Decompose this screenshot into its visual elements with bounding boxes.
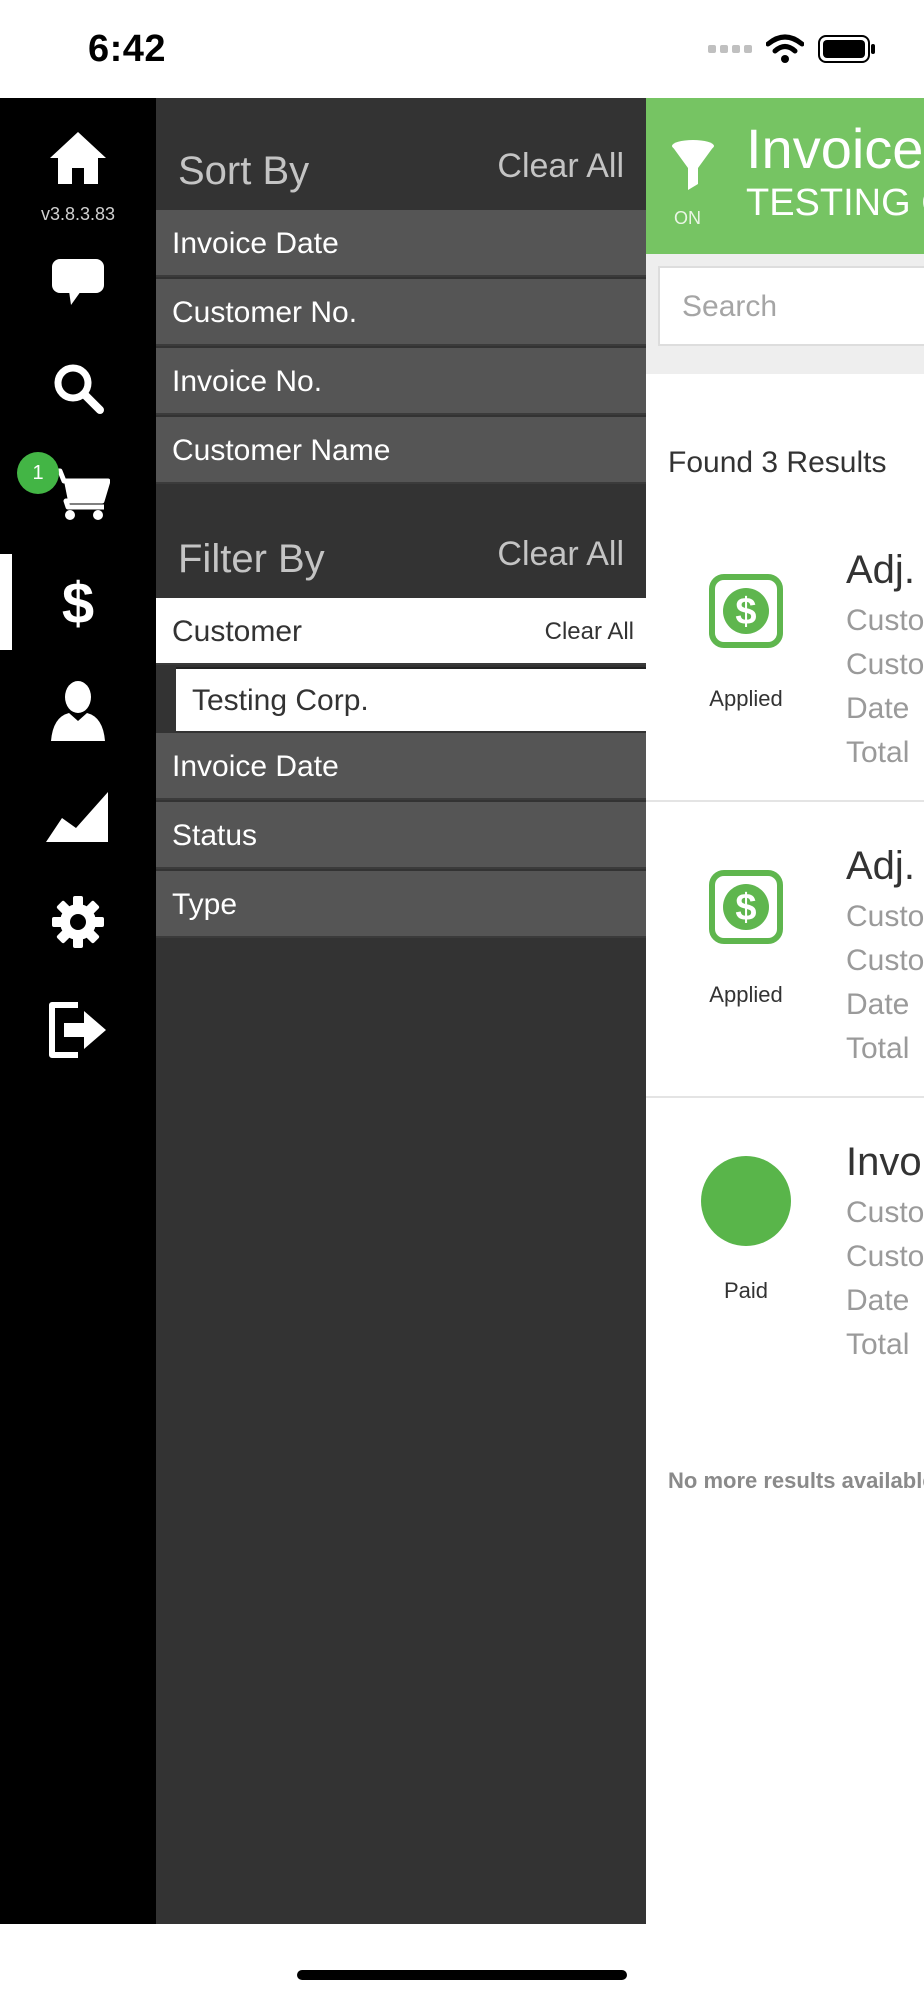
dollar-icon: $ — [62, 571, 94, 633]
search-input[interactable] — [660, 268, 924, 346]
result-line: Custo — [846, 1240, 924, 1273]
payment-applied-icon: $ — [709, 870, 783, 944]
filter-customer-label: Customer — [172, 615, 303, 648]
nav-home[interactable] — [0, 108, 156, 208]
invoices-header: ON Invoices TESTING CORP. — [646, 98, 924, 254]
invoices-pane: ON Invoices TESTING CORP. Found 3 Result… — [646, 98, 924, 1924]
home-icon — [50, 132, 106, 184]
sort-option-invoice-date[interactable]: Invoice Date — [156, 210, 646, 277]
sort-header: Sort By Clear All — [156, 98, 646, 210]
nav-invoices[interactable]: $ — [0, 552, 156, 652]
app-version: v3.8.3.83 — [40, 204, 116, 224]
nav-messages[interactable] — [0, 232, 156, 332]
result-line: Total — [846, 1032, 910, 1065]
result-status: Paid — [723, 1278, 769, 1303]
svg-text:$: $ — [735, 887, 756, 929]
result-title: Adj. — [846, 844, 915, 888]
result-line: Custo — [846, 1196, 924, 1229]
result-line: Total — [846, 736, 910, 769]
filter-funnel-icon[interactable] — [670, 138, 716, 192]
page-subtitle: TESTING CORP. — [746, 182, 924, 224]
result-line: Custo — [846, 648, 924, 681]
sort-option-customer-name[interactable]: Customer Name — [156, 417, 646, 484]
status-icons — [708, 34, 876, 64]
signal-icon — [708, 45, 752, 53]
cart-badge: 1 — [17, 452, 59, 494]
result-line: Date — [846, 988, 910, 1021]
svg-text:$: $ — [62, 571, 94, 633]
filter-title: Filter By — [178, 537, 325, 581]
filter-customer-value[interactable]: Testing Corp. — [176, 667, 646, 731]
sort-option-customer-no[interactable]: Customer No. — [156, 279, 646, 346]
filter-header: Filter By Clear All — [156, 486, 646, 598]
filter-clear-all-button[interactable]: Clear All — [497, 535, 624, 574]
no-more-results: No more results available — [668, 1468, 924, 1493]
result-item[interactable]: Paid Invo Custo Custo Date Total — [646, 1096, 924, 1392]
page-title: Invoices — [746, 117, 924, 180]
nav-search[interactable] — [0, 338, 156, 438]
search-box — [658, 266, 924, 346]
search-bar — [646, 254, 924, 374]
filter-customer-clear-button[interactable]: Clear All — [545, 598, 634, 665]
svg-text:$: $ — [735, 591, 756, 633]
nav-reports[interactable] — [0, 766, 156, 866]
result-line: Custo — [846, 900, 924, 933]
result-item[interactable]: $ Applied Adj. Custo Custo Date Total — [646, 800, 924, 1098]
payment-applied-icon: $ — [709, 574, 783, 648]
filter-customer[interactable]: Customer Clear All — [156, 598, 646, 665]
filter-option-status[interactable]: Status — [156, 802, 646, 869]
battery-icon — [818, 35, 875, 63]
sort-title: Sort By — [178, 149, 310, 193]
nav-customers[interactable] — [0, 660, 156, 760]
results-count: Found 3 Results — [668, 446, 887, 479]
filter-option-invoice-date[interactable]: Invoice Date — [156, 733, 646, 800]
logout-icon — [49, 1002, 106, 1058]
user-icon — [51, 681, 105, 741]
result-line: Custo — [846, 944, 924, 977]
sort-clear-all-button[interactable]: Clear All — [497, 147, 624, 186]
result-title: Adj. — [846, 548, 915, 592]
wifi-icon — [766, 34, 804, 63]
result-item[interactable]: $ Applied Adj. Custo Custo Date Total — [646, 504, 924, 802]
result-status: Applied — [709, 982, 783, 1007]
result-line: Date — [846, 1284, 910, 1317]
chat-icon — [52, 259, 104, 305]
filter-state-label: ON — [674, 208, 701, 228]
result-status: Applied — [709, 686, 783, 711]
result-line: Total — [846, 1328, 910, 1361]
chart-icon — [46, 792, 108, 842]
result-line: Custo — [846, 604, 924, 637]
search-icon — [54, 364, 104, 414]
filter-option-type[interactable]: Type — [156, 871, 646, 938]
status-time: 6:42 — [88, 28, 167, 70]
nav-rail: v3.8.3.83 1 $ — [0, 98, 156, 1924]
sort-filter-panel: Sort By Clear All Invoice Date Customer … — [156, 98, 646, 1924]
gear-icon — [52, 896, 104, 948]
paid-status-icon — [701, 1156, 791, 1246]
status-bar: 6:42 — [0, 0, 924, 98]
home-indicator[interactable] — [297, 1970, 627, 1980]
sort-option-invoice-no[interactable]: Invoice No. — [156, 348, 646, 415]
result-line: Date — [846, 692, 910, 725]
result-title: Invo — [846, 1140, 922, 1184]
nav-logout[interactable] — [0, 980, 156, 1080]
nav-settings[interactable] — [0, 872, 156, 972]
